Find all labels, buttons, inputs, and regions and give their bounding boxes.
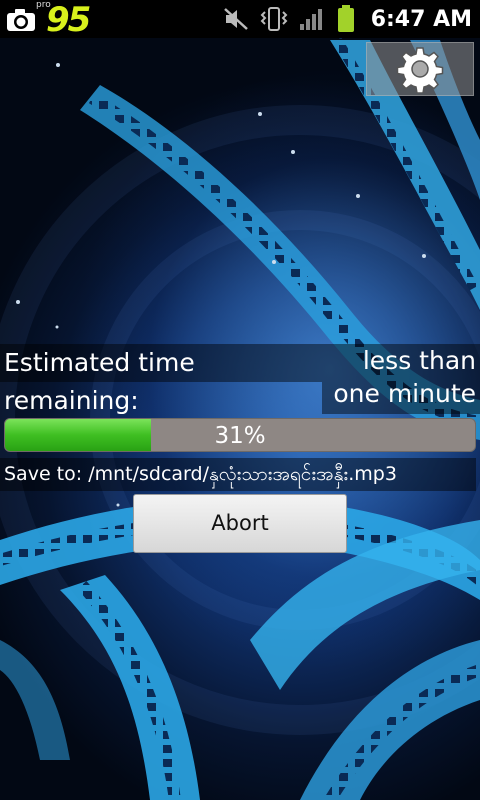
estimated-time-label: Estimated time remaining: xyxy=(0,344,322,415)
estimated-time-value-line2: one minute xyxy=(333,379,476,408)
estimated-time-value: less than one minute xyxy=(322,344,480,414)
settings-button[interactable] xyxy=(366,42,474,96)
progress-percent-text: 31% xyxy=(214,423,266,449)
abort-button[interactable]: Abort xyxy=(133,494,347,553)
app-badge: pro 95 xyxy=(6,0,91,40)
camera-icon xyxy=(7,9,35,31)
save-path-label: Save to: /mnt/sdcard/နှလုံးသားအရင်းအနှီး… xyxy=(0,458,476,491)
battery-icon xyxy=(337,5,354,32)
mute-icon xyxy=(223,8,248,30)
signal-icon xyxy=(299,9,322,30)
status-time: 6:47 AM xyxy=(370,6,472,32)
gear-icon xyxy=(396,47,444,93)
app-badge-number: 95 xyxy=(46,0,91,40)
status-icons: 6:47 AM xyxy=(223,0,472,38)
download-progress-bar: 31% xyxy=(4,418,476,452)
status-bar: pro 95 6:47 AM xyxy=(0,0,480,40)
estimated-time-value-line1: less than xyxy=(362,346,476,375)
vibrate-icon xyxy=(260,7,288,31)
